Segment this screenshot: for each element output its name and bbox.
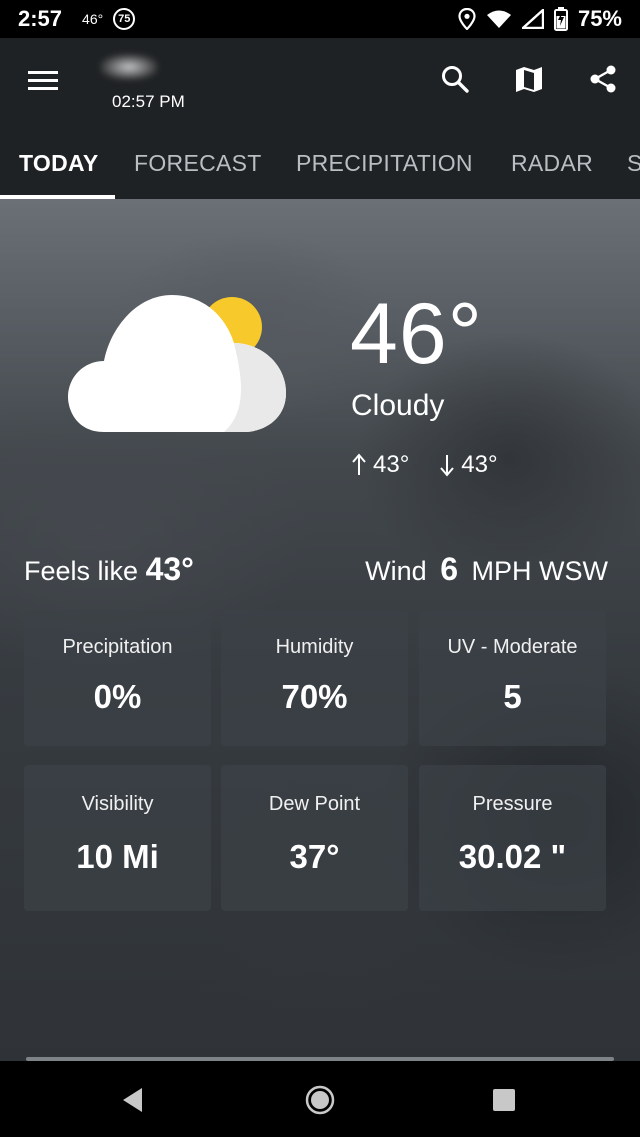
tile-value: 10 Mi [76,838,159,875]
wind-unit-direction: MPH WSW [471,556,608,586]
wifi-icon [486,10,511,28]
tab-partial[interactable]: S [627,150,640,177]
partly-cloudy-icon [68,295,286,432]
tab-bar: TODAY FORECAST PRECIPITATION RADAR S [0,126,640,199]
app-bar: 02:57 PM [0,38,640,126]
battery-icon [553,7,568,31]
battery-percent: 75% [577,6,622,31]
location-icon [458,8,476,30]
tile-label: Dew Point [268,793,361,815]
share-icon[interactable] [586,62,620,96]
tile-visibility[interactable]: Visibility 10 Mi [24,765,211,911]
tile-value: 5 [503,678,522,715]
location-name-blurred[interactable] [100,54,158,80]
home-icon[interactable] [303,1083,337,1117]
back-icon[interactable] [116,1083,150,1117]
feels-like-label: Feels like [24,556,139,586]
arrow-down-icon [440,455,455,477]
tile-value: 37° [289,838,340,875]
tab-today[interactable]: TODAY [19,150,98,177]
low-temp: 43° [461,451,498,478]
status-time: 2:57 [18,6,63,31]
tile-label: Visibility [81,793,154,815]
status-temp: 46° [82,11,104,27]
current-condition: Cloudy [351,389,445,422]
wind-speed: 6 [440,551,458,587]
status-bar: 2:57 46° 75 75% [0,0,640,38]
tile-label: Precipitation [62,636,173,658]
tile-uv[interactable]: UV - Moderate 5 [419,610,606,746]
tile-dew-point[interactable]: Dew Point 37° [221,765,408,911]
high-temp: 43° [373,451,410,478]
recents-icon[interactable] [487,1083,521,1117]
search-icon[interactable] [438,62,472,96]
system-nav-bar [0,1061,640,1137]
current-temperature: 46° [350,286,484,382]
tile-pressure[interactable]: Pressure 30.02 " [419,765,606,911]
today-panel: 46° Cloudy 43° 43° Feels like 43° Wind 6… [0,199,640,1061]
low-temp-item: 43° [439,451,498,479]
tile-label: Humidity [275,636,354,658]
tile-value: 30.02 " [458,838,567,875]
wind-label: Wind [365,556,427,586]
tile-label: Pressure [472,793,553,815]
tile-humidity[interactable]: Humidity 70% [221,610,408,746]
tile-value: 0% [93,678,142,715]
tab-radar[interactable]: RADAR [511,150,593,177]
high-low: 43° 43° [351,451,498,479]
feels-like: Feels like 43° [24,551,194,588]
feels-like-value: 43° [145,551,194,587]
wind: Wind 6 MPH WSW [365,551,608,588]
cell-signal-icon [521,9,544,29]
tile-precipitation[interactable]: Precipitation 0% [24,610,211,746]
high-temp-item: 43° [351,451,409,479]
status-aqi-badge: 75 [113,8,136,30]
tab-precipitation[interactable]: PRECIPITATION [296,150,473,177]
tile-value: 70% [281,678,348,715]
tile-label: UV - Moderate [447,636,578,658]
menu-icon[interactable] [22,66,64,98]
last-updated-time: 02:57 PM [112,92,185,111]
map-icon[interactable] [512,62,546,96]
tab-forecast[interactable]: FORECAST [134,150,262,177]
arrow-up-icon [352,453,366,475]
